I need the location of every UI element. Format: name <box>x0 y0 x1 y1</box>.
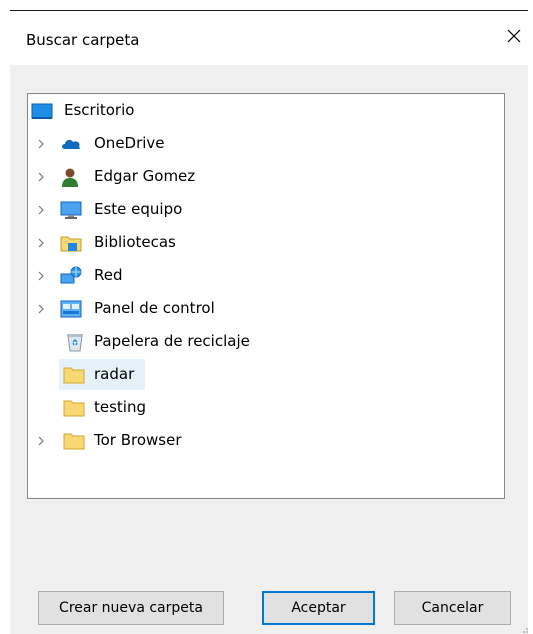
tree-item-label: Papelera de reciclaje <box>94 332 250 350</box>
dialog-titlebar: Buscar carpeta <box>0 11 533 65</box>
chevron-right-icon[interactable] <box>36 171 46 183</box>
recycle-bin-icon <box>66 332 86 352</box>
onedrive-cloud-icon <box>60 134 81 154</box>
close-icon <box>507 29 521 43</box>
folder-icon <box>63 365 85 385</box>
folder-icon <box>63 398 85 418</box>
tree-item-papelera[interactable]: Papelera de reciclaje <box>28 325 504 358</box>
chevron-right-icon[interactable] <box>36 237 46 249</box>
chevron-right-icon[interactable] <box>36 303 46 315</box>
chevron-right-icon[interactable] <box>36 270 46 282</box>
tree-item-testing[interactable]: testing <box>28 391 504 424</box>
resize-grip-icon[interactable] <box>519 622 529 633</box>
tree-item-tor-browser[interactable]: Tor Browser <box>28 424 504 457</box>
tree-item-user[interactable]: Edgar Gomez <box>28 160 504 193</box>
tree-item-red[interactable]: Red <box>28 259 504 292</box>
accept-button[interactable]: Aceptar <box>262 591 375 625</box>
computer-icon <box>60 200 82 220</box>
tree-item-este-equipo[interactable]: Este equipo <box>28 193 504 226</box>
user-icon <box>60 167 80 187</box>
tree-item-label: Este equipo <box>94 200 183 218</box>
cancel-button[interactable]: Cancelar <box>394 591 511 625</box>
tree-item-panel-de-control[interactable]: Panel de control <box>28 292 504 325</box>
dialog-title: Buscar carpeta <box>26 31 140 49</box>
tree-item-label: Panel de control <box>94 299 215 317</box>
tree-item-bibliotecas[interactable]: Bibliotecas <box>28 226 504 259</box>
tree-item-label: Bibliotecas <box>94 233 176 251</box>
chevron-right-icon[interactable] <box>36 204 46 216</box>
tree-item-escritorio[interactable]: Escritorio <box>28 94 504 127</box>
tree-item-label: testing <box>94 398 147 416</box>
network-icon <box>60 266 82 286</box>
tree-item-label: Edgar Gomez <box>94 167 196 185</box>
tree-item-label: OneDrive <box>94 134 165 152</box>
control-panel-icon <box>60 299 82 319</box>
folder-tree[interactable]: Escritorio OneDrive Edgar Gomez Este equ… <box>27 93 505 499</box>
tree-item-radar[interactable]: radar <box>28 358 504 391</box>
folder-icon <box>63 431 85 451</box>
desktop-icon <box>31 101 53 121</box>
tree-item-label: Tor Browser <box>94 431 182 449</box>
chevron-right-icon[interactable] <box>36 138 46 150</box>
tree-item-onedrive[interactable]: OneDrive <box>28 127 504 160</box>
tree-item-label: Red <box>94 266 123 284</box>
chevron-right-icon[interactable] <box>36 435 46 447</box>
close-button[interactable] <box>501 23 527 49</box>
new-folder-button[interactable]: Crear nueva carpeta <box>38 591 224 625</box>
tree-item-label: Escritorio <box>64 101 135 119</box>
libraries-icon <box>60 233 82 253</box>
tree-item-label: radar <box>94 365 135 383</box>
